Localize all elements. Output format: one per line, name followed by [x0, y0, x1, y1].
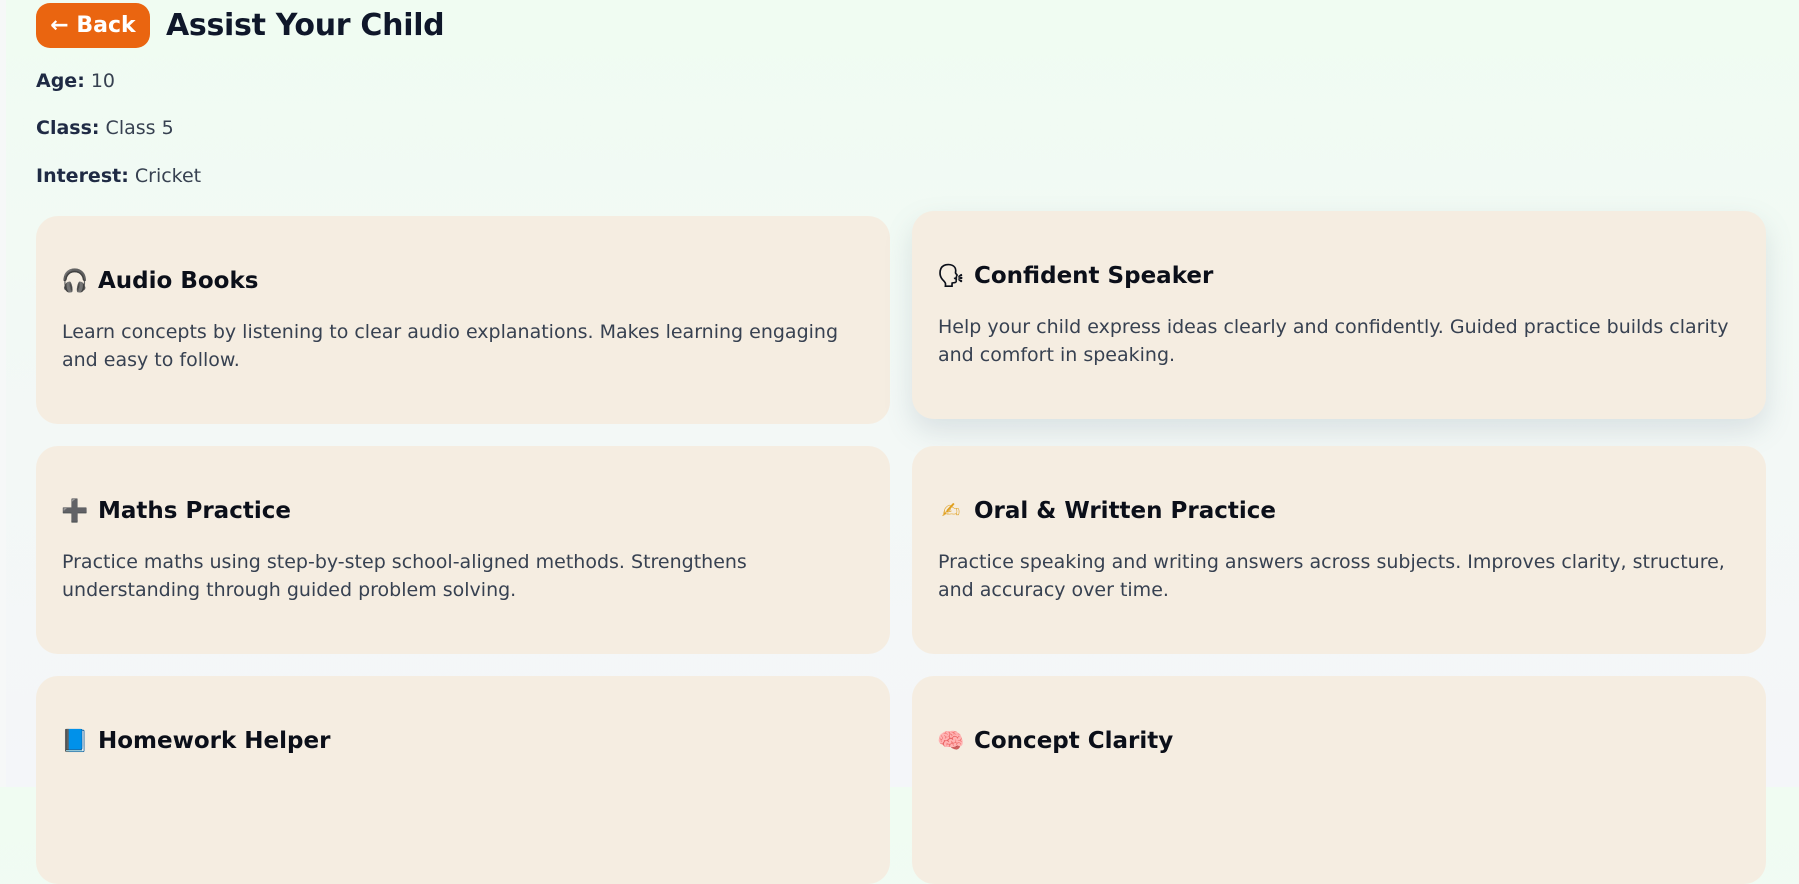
- card-title: 🧠 Concept Clarity: [937, 728, 1740, 754]
- speaking-head-icon: 🗣: [937, 263, 965, 289]
- child-class-row: Class: Class 5: [36, 117, 174, 139]
- age-label: Age:: [36, 70, 85, 92]
- card-title: 🎧 Audio Books: [61, 268, 864, 294]
- card-title-text: Confident Speaker: [974, 263, 1214, 289]
- headphones-icon: 🎧: [61, 268, 89, 294]
- card-description: Learn concepts by listening to clear aud…: [62, 321, 839, 371]
- card-concept-clarity[interactable]: 🧠 Concept Clarity: [912, 676, 1766, 884]
- back-button[interactable]: ← Back: [36, 2, 150, 48]
- page-header: ← Back Assist Your Child: [36, 2, 445, 48]
- card-description: Help your child express ideas clearly an…: [938, 316, 1729, 366]
- writing-hand-icon: ✍: [941, 498, 961, 524]
- card-audio-books[interactable]: 🎧 Audio Books Learn concepts by listenin…: [36, 216, 890, 424]
- plus-icon: ➕: [61, 498, 89, 524]
- interest-value: Cricket: [134, 165, 202, 187]
- brain-icon: 🧠: [937, 728, 965, 754]
- card-title-text: Audio Books: [98, 268, 259, 294]
- child-interest-row: Interest: Cricket: [36, 165, 201, 187]
- card-title: ➕ Maths Practice: [61, 498, 864, 524]
- card-description: Practice maths using step-by-step school…: [62, 551, 747, 601]
- card-title-text: Oral & Written Practice: [974, 498, 1276, 524]
- age-value: 10: [90, 70, 116, 92]
- card-title: 📘 Homework Helper: [61, 728, 864, 754]
- card-title-text: Homework Helper: [98, 728, 331, 754]
- blue-book-icon: 📘: [61, 728, 89, 754]
- class-value: Class 5: [105, 117, 174, 139]
- card-description: Practice speaking and writing answers ac…: [938, 551, 1725, 601]
- card-confident-speaker[interactable]: 🗣 Confident Speaker Help your child expr…: [912, 211, 1766, 419]
- card-title-text: Maths Practice: [98, 498, 291, 524]
- card-title-text: Concept Clarity: [974, 728, 1174, 754]
- left-edge-strip: [0, 0, 6, 787]
- page-title: Assist Your Child: [166, 7, 445, 43]
- assist-your-child-page: ← Back Assist Your Child Age: 10 Class: …: [0, 0, 1799, 884]
- interest-label: Interest:: [36, 165, 129, 187]
- class-label: Class:: [36, 117, 100, 139]
- child-age-row: Age: 10: [36, 70, 115, 92]
- card-title: ✍ Oral & Written Practice: [938, 498, 1740, 524]
- card-homework-helper[interactable]: 📘 Homework Helper: [36, 676, 890, 884]
- card-oral-written-practice[interactable]: ✍ Oral & Written Practice Practice speak…: [912, 446, 1766, 654]
- card-maths-practice[interactable]: ➕ Maths Practice Practice maths using st…: [36, 446, 890, 654]
- card-title: 🗣 Confident Speaker: [937, 263, 1740, 289]
